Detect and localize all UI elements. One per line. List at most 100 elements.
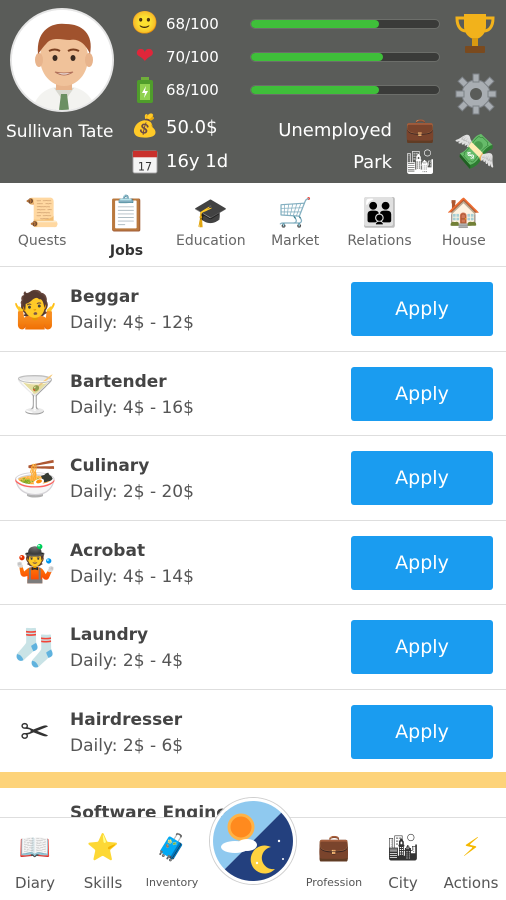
apply-button[interactable]: Apply [351, 366, 493, 421]
energy-stat: 68/100 [132, 77, 236, 103]
job-pay: Daily: 4$ - 16$ [70, 397, 194, 418]
calendar-icon: 17 [132, 148, 158, 174]
happiness-stat: 🙂 68/100 [131, 11, 236, 37]
lightning-icon: ⚡ [461, 833, 481, 863]
cash-icon[interactable]: 💸 [452, 130, 498, 174]
tab-house[interactable]: 🏠 House [422, 183, 506, 266]
trophy-icon[interactable] [452, 10, 498, 56]
family-icon: 👪 [362, 195, 397, 229]
nav-actions[interactable]: ⚡ Actions [436, 818, 506, 900]
health-stat: ❤ 70/100 [132, 44, 236, 70]
energy-bar-fill [251, 86, 379, 94]
health-bar [250, 52, 440, 62]
tab-label: House [441, 233, 486, 249]
nav-inventory[interactable]: 🧳 Inventory [137, 818, 207, 900]
apply-button[interactable]: Apply [351, 282, 493, 336]
tab-label: Jobs [109, 243, 144, 259]
player-status-header: Sullivan Tate 🙂 68/100 ❤ 70/100 68/100 💰… [0, 0, 506, 183]
apply-button[interactable]: Apply [351, 535, 493, 590]
cocktail-glass-icon: 🍸 [12, 374, 58, 416]
tab-relations[interactable]: 👪 Relations [337, 183, 421, 266]
shrugging-person-icon: 🤷 [12, 290, 58, 331]
money-value: 50.0$ [166, 116, 218, 138]
briefcase-icon: 💼 [317, 833, 351, 863]
happiness-bar-fill [251, 20, 379, 28]
nav-profession[interactable]: 💼 Profession [299, 818, 369, 900]
scissors-icon: ✂ [19, 712, 51, 753]
list-item: ✂ Hairdresser Daily: 2$ - 6$ Apply [0, 690, 506, 774]
tab-label: Quests [17, 233, 67, 249]
gear-icon[interactable] [454, 72, 498, 116]
job-pay: Daily: 4$ - 14$ [70, 566, 194, 587]
tab-label: Market [271, 233, 320, 249]
job-list: 🤷 Beggar Daily: 4$ - 12$ Apply 🍸 Bartend… [0, 267, 506, 774]
nav-label: Diary [15, 874, 55, 892]
tab-jobs[interactable]: 📋 Jobs [84, 183, 168, 266]
nav-label: City [388, 874, 418, 892]
age-value: 16y 1d [166, 150, 229, 172]
job-name: Culinary [70, 456, 150, 476]
section-divider [0, 772, 506, 788]
day-night-button[interactable] [210, 798, 296, 884]
job-pay: Daily: 2$ - 20$ [70, 482, 194, 502]
job-pay: Daily: 4$ - 12$ [70, 313, 194, 333]
energy-value: 68/100 [166, 81, 219, 99]
tab-quests[interactable]: 📜 Quests [0, 183, 84, 266]
heart-icon: ❤ [135, 44, 155, 69]
job-name: Laundry [70, 625, 149, 645]
job-status: Unemployed 💼 [278, 116, 435, 144]
happiness-value: 68/100 [166, 15, 219, 33]
job-name: Bartender [70, 371, 167, 392]
cityscape-icon: 🏙 [404, 148, 436, 176]
battery-icon [132, 77, 158, 103]
nav-label: Inventory [145, 876, 199, 889]
money-bag-icon: 💰 [131, 114, 159, 139]
nav-city[interactable]: 🏙 City [368, 818, 438, 900]
job-pay: Daily: 2$ - 6$ [70, 735, 184, 756]
apply-button[interactable]: Apply [351, 451, 493, 505]
smiley-face-icon: 🙂 [131, 11, 159, 36]
shopping-cart-icon: 🛒 [277, 195, 313, 229]
money-display: 💰 50.0$ [131, 114, 218, 140]
location-display: Park 🏙 [353, 148, 436, 176]
nav-label: Actions [443, 874, 499, 892]
health-bar-fill [251, 53, 383, 61]
avatar-portrait-icon [12, 10, 112, 110]
energy-bar [250, 85, 440, 95]
star-icon: ⭐ [86, 833, 120, 863]
happiness-bar [250, 19, 440, 29]
list-item: 🍸 Bartender Daily: 4$ - 16$ Apply [0, 352, 506, 436]
sun-moon-icon [213, 801, 293, 881]
juggler-icon: 🤹 [12, 543, 58, 585]
job-name: Beggar [70, 287, 139, 307]
list-item: 🧦 Laundry Daily: 2$ - 4$ Apply [0, 605, 506, 690]
graduation-cap-icon: 🎓 [193, 195, 229, 229]
soup-bowl-icon: 🍜 [12, 459, 58, 500]
apply-button[interactable]: Apply [351, 620, 493, 674]
tab-education[interactable]: 🎓 Education [169, 183, 253, 266]
luggage-icon: 🧳 [155, 833, 189, 863]
apply-button[interactable]: Apply [351, 704, 493, 759]
list-item: 🍜 Culinary Daily: 2$ - 20$ Apply [0, 436, 506, 521]
location-label: Park [353, 151, 392, 173]
scroll-icon: 📜 [24, 195, 60, 229]
age-display: 17 16y 1d [132, 148, 228, 174]
briefcase-icon: 💼 [405, 116, 435, 144]
job-name: Hairdresser [70, 709, 183, 730]
nav-label: Skills [83, 874, 123, 892]
job-status-label: Unemployed [278, 119, 392, 141]
player-avatar[interactable] [10, 8, 114, 112]
health-value: 70/100 [166, 48, 219, 66]
job-name: Acrobat [70, 540, 146, 561]
top-tab-bar: 📜 Quests 📋 Jobs 🎓 Education 🛒 Market 👪 R… [0, 183, 506, 267]
nav-diary[interactable]: 📖 Diary [0, 818, 70, 900]
list-item: 🤹 Acrobat Daily: 4$ - 14$ Apply [0, 521, 506, 605]
tab-market[interactable]: 🛒 Market [253, 183, 337, 266]
nav-skills[interactable]: ⭐ Skills [68, 818, 138, 900]
tab-label: Relations [347, 233, 412, 249]
sock-icon: 🧦 [12, 628, 58, 669]
clipboard-icon: 📋 [105, 194, 148, 234]
job-pay: Daily: 2$ - 4$ [70, 651, 184, 671]
cityscape-icon: 🏙 [386, 833, 420, 863]
player-name: Sullivan Tate [6, 122, 114, 142]
